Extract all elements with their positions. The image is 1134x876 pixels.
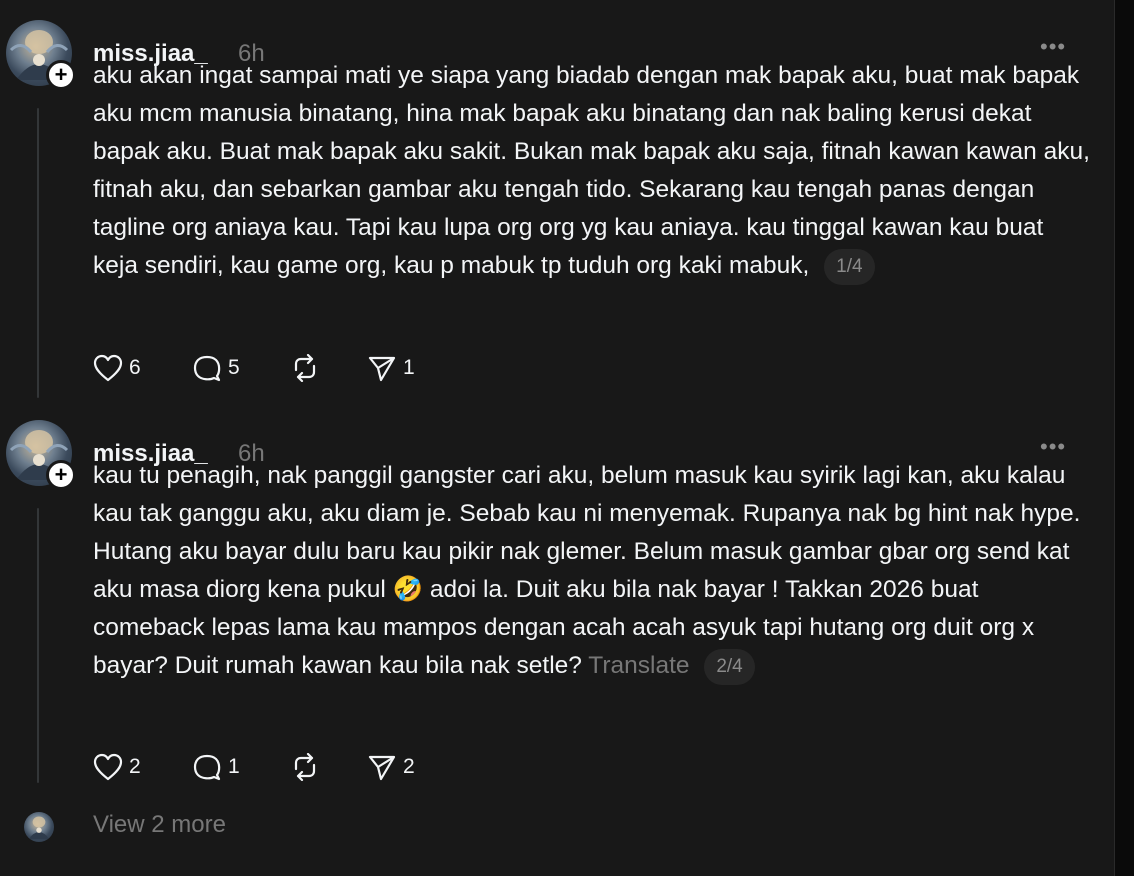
thread-line: [37, 108, 39, 398]
view-more-link[interactable]: View 2 more: [93, 811, 226, 839]
reply-count: 5: [228, 356, 240, 379]
like-count: 6: [129, 356, 141, 379]
post-text: aku akan ingat sampai mati ye siapa yang…: [93, 62, 1090, 279]
page-indicator: 1/4: [824, 248, 875, 285]
like-button[interactable]: 6: [93, 348, 141, 388]
share-button[interactable]: 1: [367, 348, 415, 388]
send-icon: [368, 356, 396, 382]
translate-link[interactable]: Translate: [588, 652, 689, 679]
window-edge: [1114, 0, 1134, 876]
follow-plus-icon[interactable]: +: [46, 460, 76, 490]
reply-button[interactable]: 5: [192, 348, 240, 388]
like-count: 2: [129, 755, 141, 778]
heart-icon: [93, 354, 123, 382]
share-count: 1: [403, 356, 415, 379]
heart-icon: [93, 753, 123, 781]
repost-icon: [294, 753, 316, 781]
repost-button[interactable]: [290, 348, 320, 388]
repost-button[interactable]: [290, 747, 320, 787]
small-avatar: [24, 812, 54, 842]
page-indicator: 2/4: [704, 648, 755, 685]
repost-icon: [294, 354, 316, 382]
send-icon: [368, 755, 396, 781]
comment-icon: [193, 754, 221, 781]
share-count: 2: [403, 755, 415, 778]
comment-icon: [193, 355, 221, 382]
thread-panel: + miss.jiaa_ 6h ••• aku akan ingat sampa…: [0, 0, 1114, 876]
thread-line: [37, 508, 39, 783]
like-button[interactable]: 2: [93, 747, 141, 787]
post-text-container: kau tu penagih, nak panggil gangster car…: [93, 457, 1093, 685]
follow-plus-icon[interactable]: +: [46, 60, 76, 90]
reply-count: 1: [228, 755, 240, 778]
share-button[interactable]: 2: [367, 747, 415, 787]
post-text: kau tu penagih, nak panggil gangster car…: [93, 462, 1081, 679]
reply-button[interactable]: 1: [192, 747, 240, 787]
post-text-container: aku akan ingat sampai mati ye siapa yang…: [93, 57, 1093, 285]
